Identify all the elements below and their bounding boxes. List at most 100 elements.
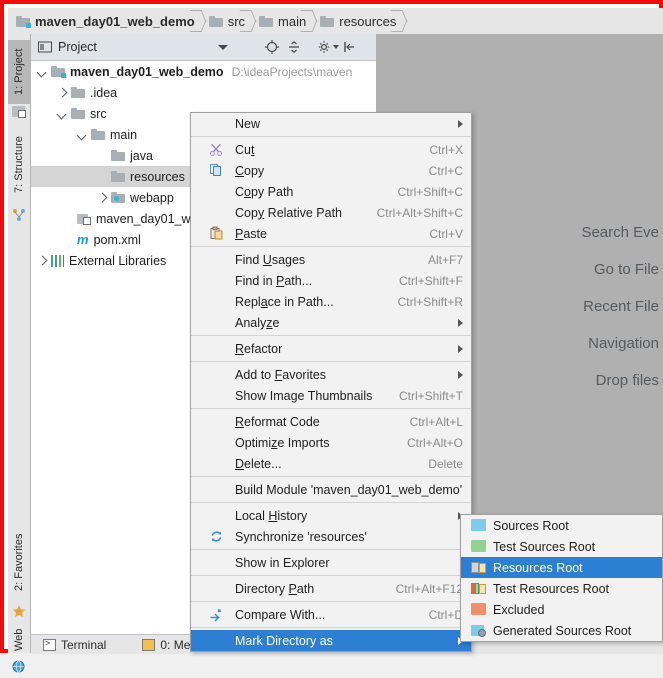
menu-separator [191,136,471,137]
menu-item-refactor[interactable]: Refactor [191,338,471,359]
menu-item-replace-in-path[interactable]: Replace in Path... Ctrl+Shift+R [191,291,471,312]
menu-item-label: Find in Path... [235,273,313,288]
chevron-down-icon[interactable] [37,66,49,78]
menu-item-label: Reformat Code [235,414,320,429]
menu-item-local-history[interactable]: Local History [191,505,471,526]
menu-separator [191,408,471,409]
menu-item-label: Copy [235,163,265,178]
sync-icon [209,529,224,544]
breadcrumb-label: resources [339,13,397,29]
breadcrumb-item-3[interactable]: resources [312,8,402,34]
sidebar-item-favorites[interactable]: 2: Favorites [8,522,30,602]
chevron-right-icon[interactable] [57,87,69,99]
menu-item-build-module[interactable]: Build Module 'maven_day01_web_demo' [191,479,471,500]
folder-icon [208,15,223,27]
structure-icon [12,208,26,222]
submenu-item-excluded[interactable]: Excluded [461,599,662,620]
tree-item-label: src [90,106,107,121]
menu-item-label: Build Module 'maven_day01_web_demo' [235,482,463,497]
iml-file-icon [77,213,91,225]
breadcrumb-label: maven_day01_web_demo [35,13,195,29]
menu-item-label: Analyze [235,315,280,330]
project-icon [12,106,26,120]
editor-hint-drop-files: Drop files [595,372,659,389]
breadcrumb-item-2[interactable]: main [251,8,312,34]
idea-window: maven_day01_web_demo src main resources … [0,0,663,673]
menu-item-label: Find Usages [235,252,306,267]
breadcrumb-item-0[interactable]: maven_day01_web_demo [8,8,201,34]
menu-item-label: Paste [235,226,267,241]
editor-hint-navigation-bar: Navigation [588,335,659,352]
menu-item-copy-path[interactable]: Copy Path Ctrl+Shift+C [191,181,471,202]
submenu-item-resources-root[interactable]: Resources Root [461,557,662,578]
submenu-item-generated-sources-root[interactable]: Generated Sources Root [461,620,662,641]
submenu-item-test-sources-root[interactable]: Test Sources Root [461,536,662,557]
menu-item-accelerator: Ctrl+Alt+Shift+C [376,205,463,220]
menu-item-cut[interactable]: Cut Ctrl+X [191,139,471,160]
menu-item-copy-relative-path[interactable]: Copy Relative Path Ctrl+Alt+Shift+C [191,202,471,223]
submenu-item-test-resources-root[interactable]: Test Resources Root [461,578,662,599]
menu-item-show-image-thumbnails[interactable]: Show Image Thumbnails Ctrl+Shift+T [191,385,471,406]
menu-item-reformat-code[interactable]: Reformat Code Ctrl+Alt+L [191,411,471,432]
chevron-down-icon[interactable] [57,108,69,120]
hide-icon[interactable] [341,39,357,55]
gear-icon[interactable] [317,39,333,55]
menu-item-copy[interactable]: Copy Ctrl+C [191,160,471,181]
tree-item-label: maven_day01_web_demo [70,64,224,79]
tree-item-label: External Libraries [69,253,167,268]
menu-item-synchronize[interactable]: Synchronize 'resources' [191,526,471,547]
menu-item-label: Replace in Path... [235,294,334,309]
menu-item-analyze[interactable]: Analyze [191,312,471,333]
chevron-down-icon[interactable] [218,45,228,50]
tree-item-label: pom.xml [93,232,141,247]
chevron-right-icon[interactable] [37,255,49,267]
folder-icon [111,150,125,161]
menu-item-delete[interactable]: Delete... Delete [191,453,471,474]
menu-item-compare-with[interactable]: Compare With... Ctrl+D [191,604,471,625]
folder-icon [259,15,274,27]
tree-row-module[interactable]: maven_day01_web_demo D:\ideaProjects\mav… [31,61,376,82]
sources-root-icon [471,519,486,532]
menu-item-accelerator: Alt+F7 [427,252,463,267]
menu-item-accelerator: Ctrl+Shift+F [398,273,463,288]
menu-item-accelerator: Ctrl+Alt+F12 [395,581,463,596]
menu-item-mark-directory-as[interactable]: Mark Directory as [191,630,471,651]
menu-separator [191,476,471,477]
tree-item-label: resources [130,169,185,184]
menu-item-paste[interactable]: Paste Ctrl+V [191,223,471,244]
breadcrumb-item-1[interactable]: src [201,8,251,34]
menu-item-find-in-path[interactable]: Find in Path... Ctrl+Shift+F [191,270,471,291]
menu-item-show-in-explorer[interactable]: Show in Explorer [191,552,471,573]
sidebar-item-structure[interactable]: 7: Structure [8,126,30,204]
chevron-down-icon[interactable] [333,45,339,49]
mark-directory-as-submenu[interactable]: Sources Root Test Sources Root Resources… [460,514,663,642]
menu-item-label: Refactor [235,341,283,356]
project-panel-header: Project [31,34,376,61]
locate-icon[interactable] [264,39,280,55]
terminal-icon [43,638,56,651]
menu-separator [191,627,471,628]
submenu-item-label: Generated Sources Root [493,623,632,638]
menu-separator [191,575,471,576]
editor-hint-recent-files: Recent File [583,298,659,315]
menu-item-add-to-favorites[interactable]: Add to Favorites [191,364,471,385]
tree-item-label: webapp [130,190,174,205]
status-bar-terminal[interactable]: Terminal [43,638,106,652]
collapse-all-icon[interactable] [286,39,302,55]
sidebar-item-project[interactable]: 1: Project [8,40,30,104]
menu-item-optimize-imports[interactable]: Optimize Imports Ctrl+Alt+O [191,432,471,453]
menu-item-label: Show in Explorer [235,555,330,570]
chevron-down-icon[interactable] [77,129,89,141]
menu-item-directory-path[interactable]: Directory Path Ctrl+Alt+F12 [191,578,471,599]
submenu-item-sources-root[interactable]: Sources Root [461,515,662,536]
chevron-right-icon[interactable] [97,192,109,204]
context-menu[interactable]: New Cut Ctrl+X Copy Ctrl+C Copy Path Ctr… [190,112,472,652]
menu-item-label: Copy Relative Path [235,205,343,220]
menu-separator [191,335,471,336]
menu-item-find-usages[interactable]: Find Usages Alt+F7 [191,249,471,270]
tree-row-idea[interactable]: .idea [31,82,376,103]
menu-item-accelerator: Ctrl+C [428,163,463,178]
submenu-item-label: Test Sources Root [493,539,596,554]
web-icon [12,660,26,674]
menu-item-new[interactable]: New [191,113,471,134]
